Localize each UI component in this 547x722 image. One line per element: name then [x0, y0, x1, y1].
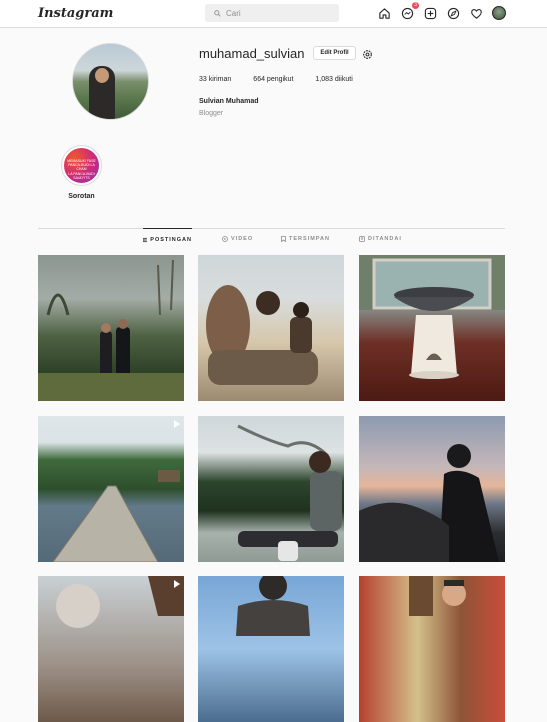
- home-icon[interactable]: [377, 6, 391, 20]
- profile-photo-face: [95, 68, 109, 83]
- tab-video-label: VIDEO: [231, 236, 254, 242]
- post-tile[interactable]: [38, 416, 184, 562]
- post-image-clay-pot: [359, 255, 505, 379]
- instagram-logo[interactable]: Instagram: [38, 6, 113, 21]
- profile-avatar-icon[interactable]: [492, 6, 506, 20]
- post-tile[interactable]: [38, 255, 184, 401]
- post-image-person-outdoor: [56, 576, 184, 628]
- explore-icon[interactable]: [446, 6, 460, 20]
- post-tile[interactable]: [198, 416, 344, 562]
- post-tile[interactable]: [198, 255, 344, 401]
- top-navigation-bar: Instagram Cari 3: [0, 0, 547, 28]
- tab-saved[interactable]: TERSIMPAN: [281, 228, 330, 250]
- new-post-icon[interactable]: [423, 6, 437, 20]
- followers-count[interactable]: 664 pengikut: [253, 76, 293, 83]
- profile-full-name: Sulvian Muhamad: [199, 98, 259, 105]
- video-icon: [222, 236, 228, 242]
- tab-posts-label: POSTINGAN: [150, 236, 192, 243]
- profile-category: Blogger: [199, 110, 224, 117]
- tab-posts[interactable]: POSTINGAN: [143, 228, 192, 250]
- messenger-icon[interactable]: 3: [400, 2, 419, 20]
- posts-count: 33 kiriman: [199, 76, 232, 83]
- post-image-sunset-silhouette: [359, 444, 499, 562]
- post-tile[interactable]: [38, 576, 184, 722]
- avatar: [492, 6, 506, 20]
- nav-icons: 3: [377, 2, 506, 20]
- post-image-beach-boys: [206, 285, 318, 385]
- search-icon: [214, 9, 221, 17]
- search-placeholder: Cari: [226, 8, 241, 18]
- post-image-boy-river: [237, 424, 342, 561]
- post-tile[interactable]: [359, 255, 505, 401]
- grid-icon: [143, 237, 148, 242]
- tab-tagged-label: DITANDAI: [368, 236, 402, 242]
- profile-picture[interactable]: [72, 43, 149, 120]
- post-image-wooden-pier: [52, 470, 180, 562]
- tab-saved-label: TERSIMPAN: [289, 236, 330, 242]
- tab-tagged[interactable]: DITANDAI: [359, 228, 402, 250]
- profile-tabs: POSTINGAN VIDEO TERSIMPAN DITANDAI: [0, 228, 547, 250]
- profile-stats: 33 kiriman 664 pengikut 1,083 diikuti: [199, 76, 353, 83]
- highlight-label: Sorotan: [68, 193, 95, 200]
- video-indicator-icon: [174, 580, 180, 588]
- post-image-misty-forest: [38, 259, 184, 401]
- following-count[interactable]: 1,083 diikuti: [315, 76, 352, 83]
- post-tile[interactable]: [359, 416, 505, 562]
- tag-icon: [359, 236, 365, 242]
- edit-profile-button[interactable]: Edit Profil: [313, 46, 356, 60]
- video-indicator-icon: [174, 420, 180, 428]
- tab-video[interactable]: VIDEO: [222, 228, 253, 250]
- profile-username: muhamad_sulvian: [199, 46, 305, 61]
- heart-icon[interactable]: [469, 6, 483, 20]
- bookmark-icon: [281, 236, 286, 242]
- notification-badge: 3: [412, 2, 419, 9]
- highlight-cover-text: MEMASUKI FASE PANCA-BUDI LA CHAM LA PANC…: [67, 159, 96, 180]
- post-image-festival-masks: [409, 576, 466, 616]
- post-tile[interactable]: [198, 576, 344, 722]
- gear-icon[interactable]: [362, 47, 373, 65]
- post-image-person-back: [236, 576, 310, 636]
- highlight-cover: MEMASUKI FASE PANCA-BUDI LA CHAM LA PANC…: [64, 148, 99, 183]
- search-input[interactable]: Cari: [205, 4, 339, 22]
- post-tile[interactable]: [359, 576, 505, 722]
- story-highlight[interactable]: MEMASUKI FASE PANCA-BUDI LA CHAM LA PANC…: [61, 145, 102, 186]
